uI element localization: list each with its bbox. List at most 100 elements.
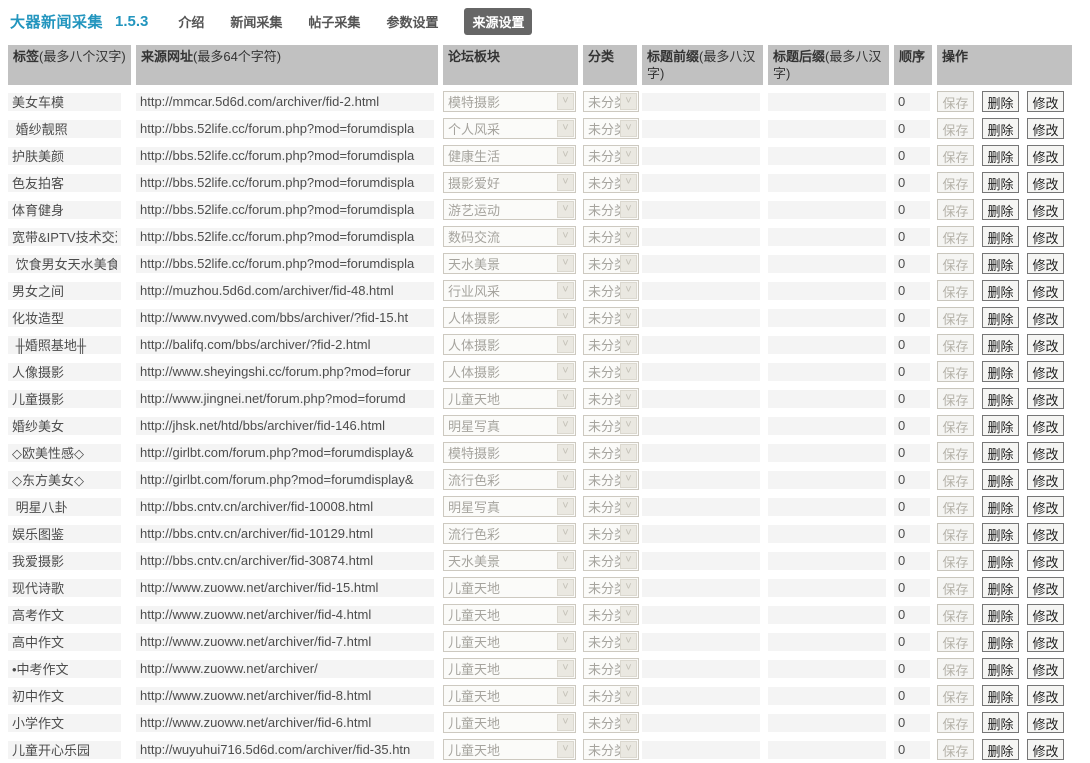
save-button[interactable]: 保存 (937, 145, 974, 166)
title-prefix-input[interactable] (642, 551, 760, 570)
save-button[interactable]: 保存 (937, 496, 974, 517)
title-suffix-input[interactable] (768, 605, 886, 624)
label-input[interactable] (8, 389, 121, 408)
save-button[interactable]: 保存 (937, 253, 974, 274)
label-input[interactable] (8, 146, 121, 165)
save-button[interactable]: 保存 (937, 442, 974, 463)
delete-button[interactable]: 删除 (982, 145, 1019, 166)
label-input[interactable] (8, 470, 121, 489)
forum-board-select[interactable]: 游艺运动 ˅ (443, 199, 576, 220)
label-input[interactable] (8, 578, 121, 597)
source-url-input[interactable] (136, 227, 434, 246)
source-url-input[interactable] (136, 173, 434, 192)
order-input[interactable] (894, 524, 930, 543)
category-select[interactable]: 未分类 ˅ (583, 118, 639, 139)
forum-board-select[interactable]: 模特摄影 ˅ (443, 442, 576, 463)
modify-button[interactable]: 修改 (1027, 199, 1064, 220)
title-prefix-input[interactable] (642, 470, 760, 489)
source-url-input[interactable] (136, 497, 434, 516)
title-prefix-input[interactable] (642, 713, 760, 732)
label-input[interactable] (8, 605, 121, 624)
label-input[interactable] (8, 254, 121, 273)
delete-button[interactable]: 删除 (982, 172, 1019, 193)
title-prefix-input[interactable] (642, 416, 760, 435)
modify-button[interactable]: 修改 (1027, 118, 1064, 139)
source-url-input[interactable] (136, 578, 434, 597)
delete-button[interactable]: 删除 (982, 604, 1019, 625)
title-prefix-input[interactable] (642, 497, 760, 516)
modify-button[interactable]: 修改 (1027, 280, 1064, 301)
label-input[interactable] (8, 173, 121, 192)
forum-board-select[interactable]: 明星写真 ˅ (443, 415, 576, 436)
title-prefix-input[interactable] (642, 200, 760, 219)
title-suffix-input[interactable] (768, 92, 886, 111)
title-suffix-input[interactable] (768, 308, 886, 327)
delete-button[interactable]: 删除 (982, 199, 1019, 220)
title-prefix-input[interactable] (642, 443, 760, 462)
title-prefix-input[interactable] (642, 335, 760, 354)
modify-button[interactable]: 修改 (1027, 658, 1064, 679)
forum-board-select[interactable]: 流行色彩 ˅ (443, 469, 576, 490)
category-select[interactable]: 未分类 ˅ (583, 172, 639, 193)
category-select[interactable]: 未分类 ˅ (583, 226, 639, 247)
label-input[interactable] (8, 659, 121, 678)
order-input[interactable] (894, 497, 930, 516)
label-input[interactable] (8, 92, 121, 111)
category-select[interactable]: 未分类 ˅ (583, 334, 639, 355)
nav-item-intro[interactable]: 介绍 (178, 12, 204, 31)
order-input[interactable] (894, 308, 930, 327)
label-input[interactable] (8, 335, 121, 354)
delete-button[interactable]: 删除 (982, 280, 1019, 301)
category-select[interactable]: 未分类 ˅ (583, 469, 639, 490)
order-input[interactable] (894, 173, 930, 192)
title-prefix-input[interactable] (642, 686, 760, 705)
save-button[interactable]: 保存 (937, 604, 974, 625)
category-select[interactable]: 未分类 ˅ (583, 604, 639, 625)
category-select[interactable]: 未分类 ˅ (583, 280, 639, 301)
modify-button[interactable]: 修改 (1027, 334, 1064, 355)
forum-board-select[interactable]: 儿童天地 ˅ (443, 631, 576, 652)
delete-button[interactable]: 删除 (982, 415, 1019, 436)
title-prefix-input[interactable] (642, 389, 760, 408)
save-button[interactable]: 保存 (937, 523, 974, 544)
delete-button[interactable]: 删除 (982, 388, 1019, 409)
save-button[interactable]: 保存 (937, 469, 974, 490)
modify-button[interactable]: 修改 (1027, 712, 1064, 733)
label-input[interactable] (8, 713, 121, 732)
source-url-input[interactable] (136, 740, 434, 759)
forum-board-select[interactable]: 数码交流 ˅ (443, 226, 576, 247)
forum-board-select[interactable]: 行业风采 ˅ (443, 280, 576, 301)
forum-board-select[interactable]: 儿童天地 ˅ (443, 604, 576, 625)
modify-button[interactable]: 修改 (1027, 388, 1064, 409)
order-input[interactable] (894, 713, 930, 732)
nav-item-source-settings[interactable]: 来源设置 (464, 8, 533, 35)
delete-button[interactable]: 删除 (982, 334, 1019, 355)
save-button[interactable]: 保存 (937, 91, 974, 112)
order-input[interactable] (894, 254, 930, 273)
delete-button[interactable]: 删除 (982, 685, 1019, 706)
modify-button[interactable]: 修改 (1027, 145, 1064, 166)
category-select[interactable]: 未分类 ˅ (583, 523, 639, 544)
label-input[interactable] (8, 632, 121, 651)
order-input[interactable] (894, 416, 930, 435)
title-suffix-input[interactable] (768, 443, 886, 462)
label-input[interactable] (8, 443, 121, 462)
title-prefix-input[interactable] (642, 281, 760, 300)
label-input[interactable] (8, 227, 121, 246)
source-url-input[interactable] (136, 686, 434, 705)
modify-button[interactable]: 修改 (1027, 226, 1064, 247)
category-select[interactable]: 未分类 ˅ (583, 307, 639, 328)
category-select[interactable]: 未分类 ˅ (583, 577, 639, 598)
modify-button[interactable]: 修改 (1027, 496, 1064, 517)
order-input[interactable] (894, 362, 930, 381)
source-url-input[interactable] (136, 443, 434, 462)
title-suffix-input[interactable] (768, 551, 886, 570)
save-button[interactable]: 保存 (937, 577, 974, 598)
title-prefix-input[interactable] (642, 119, 760, 138)
modify-button[interactable]: 修改 (1027, 415, 1064, 436)
forum-board-select[interactable]: 人体摄影 ˅ (443, 334, 576, 355)
title-prefix-input[interactable] (642, 659, 760, 678)
save-button[interactable]: 保存 (937, 199, 974, 220)
modify-button[interactable]: 修改 (1027, 469, 1064, 490)
delete-button[interactable]: 删除 (982, 523, 1019, 544)
